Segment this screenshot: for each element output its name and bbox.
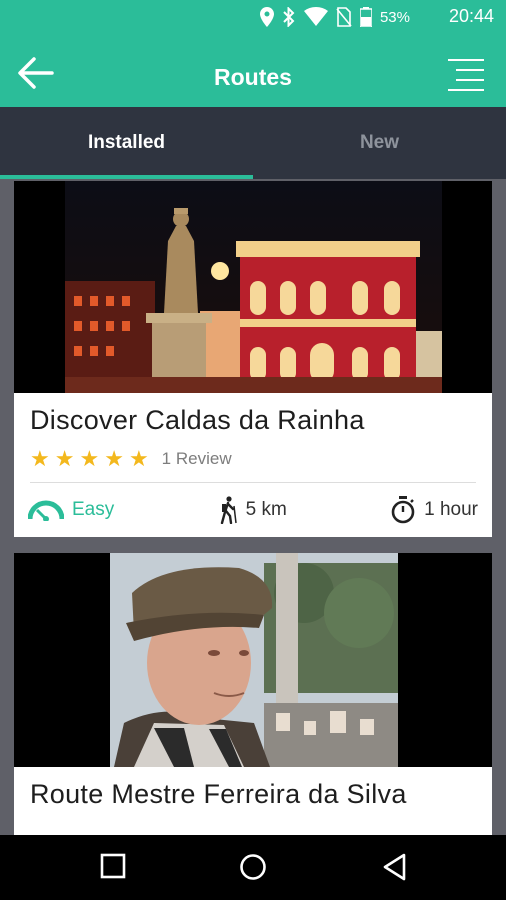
battery-icon (359, 7, 372, 27)
tab-bar: Installed New (0, 107, 506, 179)
portrait-image (110, 553, 398, 767)
back-icon[interactable] (382, 853, 408, 881)
route-title: Route Mestre Ferreira da Silva (30, 779, 407, 809)
star-icon: ★ (79, 446, 100, 471)
star-icon: ★ (30, 446, 50, 471)
no-sim-icon (336, 7, 352, 27)
home-icon[interactable] (239, 853, 267, 881)
tab-installed-label: Installed (87, 132, 166, 153)
star-icon: ★ (104, 446, 124, 471)
route-card[interactable]: Discover Caldas da Rainha ★ ★ ★ ★ ★ 1 Re… (14, 181, 492, 537)
review-count: 1 Review (161, 449, 232, 468)
speedometer-icon (28, 500, 64, 521)
bluetooth-icon (283, 7, 295, 27)
distance: 5 km (218, 496, 287, 524)
tab-new[interactable]: New (253, 107, 506, 179)
menu-icon[interactable] (446, 57, 486, 93)
location-icon (259, 7, 274, 27)
distance-label: 5 km (245, 499, 287, 520)
tab-new-label: New (359, 132, 400, 153)
stopwatch-icon (391, 496, 415, 524)
route-image (14, 181, 492, 393)
page-title: Routes (214, 64, 292, 90)
wifi-icon (303, 7, 328, 26)
route-image (14, 553, 492, 767)
difficulty-label: Easy (72, 499, 115, 520)
status-icons: 53% (259, 6, 410, 28)
route-card[interactable]: Route Mestre Ferreira da Silva (14, 553, 492, 835)
battery-percent: 53% (379, 8, 410, 26)
town-square-night-image (65, 181, 442, 393)
tab-installed[interactable]: Installed (0, 107, 253, 179)
route-meta: Easy 5 km 1 hour (14, 483, 492, 537)
rating: ★ ★ ★ ★ ★ 1 Review (14, 444, 492, 474)
hiker-icon (220, 496, 237, 524)
system-nav-bar (0, 835, 506, 900)
route-title: Discover Caldas da Rainha (30, 405, 365, 435)
star-icon: ★ (128, 446, 149, 471)
star-icon: ★ (54, 446, 75, 471)
tab-indicator (0, 175, 253, 179)
status-bar: 53% 20:44 (0, 0, 506, 34)
recents-icon[interactable] (100, 853, 126, 879)
difficulty: Easy (28, 499, 114, 521)
duration-label: 1 hour (424, 499, 478, 520)
duration: 1 hour (390, 496, 478, 524)
app-bar: Routes (0, 34, 506, 107)
clock: 20:44 (448, 6, 494, 26)
